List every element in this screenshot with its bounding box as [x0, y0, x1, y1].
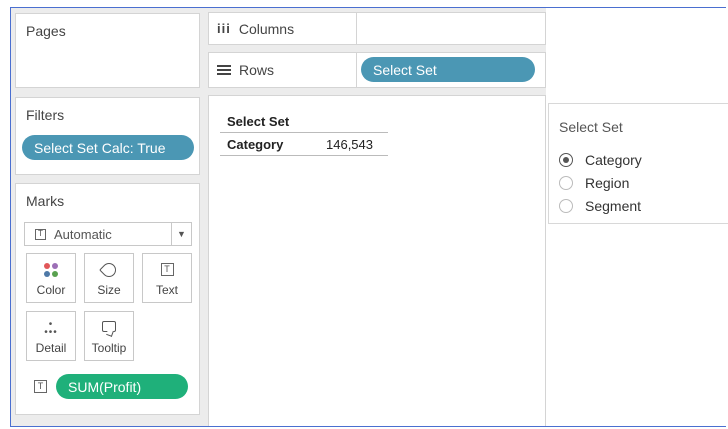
- columns-shelf[interactable]: iii Columns: [208, 12, 546, 45]
- color-dot-green: [52, 271, 58, 277]
- view-column-header: Select Set: [227, 114, 290, 129]
- radio-option-region[interactable]: Region: [559, 175, 629, 191]
- text-encoding-icon: T: [34, 380, 47, 393]
- rows-label: Rows: [239, 62, 275, 78]
- detail-button[interactable]: • ••• Detail: [26, 311, 76, 361]
- marks-title: Marks: [26, 193, 65, 209]
- detail-icon: • •••: [44, 319, 58, 338]
- text-icon: T: [160, 263, 174, 276]
- color-button[interactable]: Color: [26, 253, 76, 303]
- radio-option-category[interactable]: Category: [559, 152, 642, 168]
- rows-pill-select-set[interactable]: Select Set: [361, 57, 535, 82]
- radio-button[interactable]: [559, 199, 573, 213]
- tooltip-button[interactable]: Tooltip: [84, 311, 134, 361]
- size-icon: [99, 260, 119, 280]
- radio-button-selected[interactable]: [559, 153, 573, 167]
- radio-label: Region: [585, 175, 630, 191]
- radio-option-segment[interactable]: Segment: [559, 198, 641, 214]
- filters-title: Filters: [26, 107, 65, 123]
- size-button-label: Size: [97, 283, 121, 297]
- radio-button[interactable]: [559, 176, 573, 190]
- chevron-down-icon[interactable]: ▼: [171, 223, 191, 245]
- text-button[interactable]: T Text: [142, 253, 192, 303]
- radio-label: Category: [585, 152, 642, 168]
- row-header-category[interactable]: Category: [227, 137, 283, 152]
- columns-label: Columns: [238, 20, 295, 37]
- color-dot-red: [44, 263, 50, 269]
- marks-card[interactable]: Marks T Automatic ▼ Color Size T Text • •…: [15, 183, 200, 415]
- view-canvas[interactable]: Select Set Category 146,543: [208, 95, 546, 426]
- color-dot-purple: [52, 263, 58, 269]
- mark-type-dropdown[interactable]: T Automatic ▼: [24, 222, 192, 246]
- parameter-title: Select Set: [559, 119, 623, 135]
- color-icon: [44, 263, 58, 277]
- color-dot-blue: [44, 271, 50, 277]
- filter-pill-select-set-calc[interactable]: Select Set Calc: True: [22, 135, 194, 160]
- columns-drop-zone[interactable]: [356, 12, 546, 45]
- mark-type-value: Automatic: [54, 226, 112, 242]
- pages-card[interactable]: Pages: [15, 13, 200, 88]
- header-divider: [220, 132, 388, 133]
- columns-icon: iii: [217, 21, 231, 36]
- row-value-category[interactable]: 146,543: [326, 137, 373, 152]
- measure-pill-sum-profit[interactable]: SUM(Profit): [56, 374, 188, 399]
- size-button[interactable]: Size: [84, 253, 134, 303]
- radio-label: Segment: [585, 198, 642, 214]
- color-button-label: Color: [36, 283, 66, 297]
- parameter-control-select-set: Select Set Category Region Segment: [548, 103, 728, 224]
- text-button-label: Text: [155, 283, 178, 297]
- tooltip-button-label: Tooltip: [91, 341, 127, 355]
- filters-card[interactable]: Filters Select Set Calc: True: [15, 97, 200, 175]
- rows-drop-zone[interactable]: Select Set: [356, 52, 546, 88]
- text-mark-icon: T: [35, 228, 46, 240]
- rows-icon: [217, 64, 231, 76]
- rows-shelf[interactable]: Rows Select Set: [208, 52, 546, 88]
- row-divider: [220, 155, 388, 156]
- pages-title: Pages: [26, 23, 66, 39]
- detail-button-label: Detail: [35, 341, 67, 355]
- tooltip-icon: [102, 321, 116, 332]
